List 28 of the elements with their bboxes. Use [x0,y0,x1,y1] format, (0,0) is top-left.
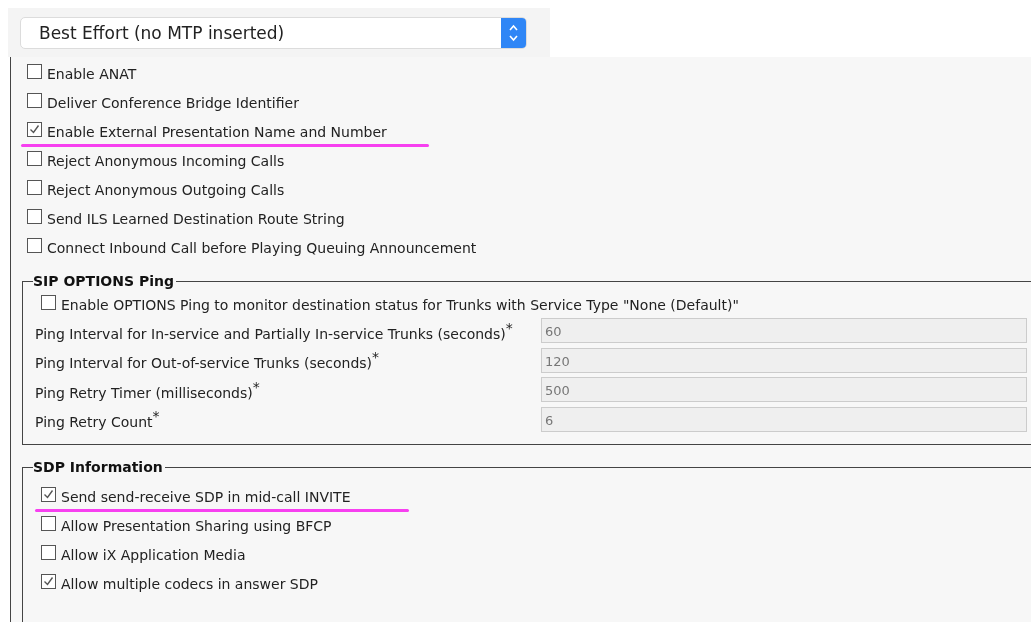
checkbox-label: Connect Inbound Call before Playing Queuing Announcement [47,239,477,256]
section-title: SDP Information [33,459,164,475]
checkbox-label: Reject Anonymous Outgoing Calls [47,181,285,198]
stepper-icon [501,18,526,48]
checkbox[interactable] [27,63,42,79]
checkbox-label: Enable OPTIONS Ping to monitor destination status for Trunks with Service Type "None (Default)" [61,296,739,313]
mtp-select[interactable]: Best Effort (no MTP inserted) [20,17,527,49]
checkbox-label: Send ILS Learned Destination Route String [47,210,345,227]
checkbox-label: Deliver Conference Bridge Identifier [47,94,299,111]
checkbox[interactable] [41,515,56,531]
checkbox-label: Enable External Presentation Name and Number [47,123,387,140]
checkbox-label: Send send-receive SDP in mid-call INVITE [61,488,351,505]
checkbox-label: Reject Anonymous Incoming Calls [47,152,285,169]
checkbox[interactable] [27,179,42,195]
checkbox[interactable] [41,294,56,310]
checkbox-label: Allow Presentation Sharing using BFCP [61,517,332,534]
checkbox[interactable] [41,544,56,560]
checkbox-label: Enable ANAT [47,65,137,82]
checkbox-label: Allow iX Application Media [61,546,246,563]
checkbox[interactable] [27,121,42,137]
checkbox-label: Allow multiple codecs in answer SDP [61,575,318,592]
checkbox[interactable] [27,92,42,108]
section-title: SIP OPTIONS Ping [33,273,175,289]
checkbox[interactable] [27,208,42,224]
checkbox[interactable] [41,486,56,502]
checkbox[interactable] [41,573,56,589]
checkbox[interactable] [27,237,42,253]
checkbox[interactable] [27,150,42,166]
